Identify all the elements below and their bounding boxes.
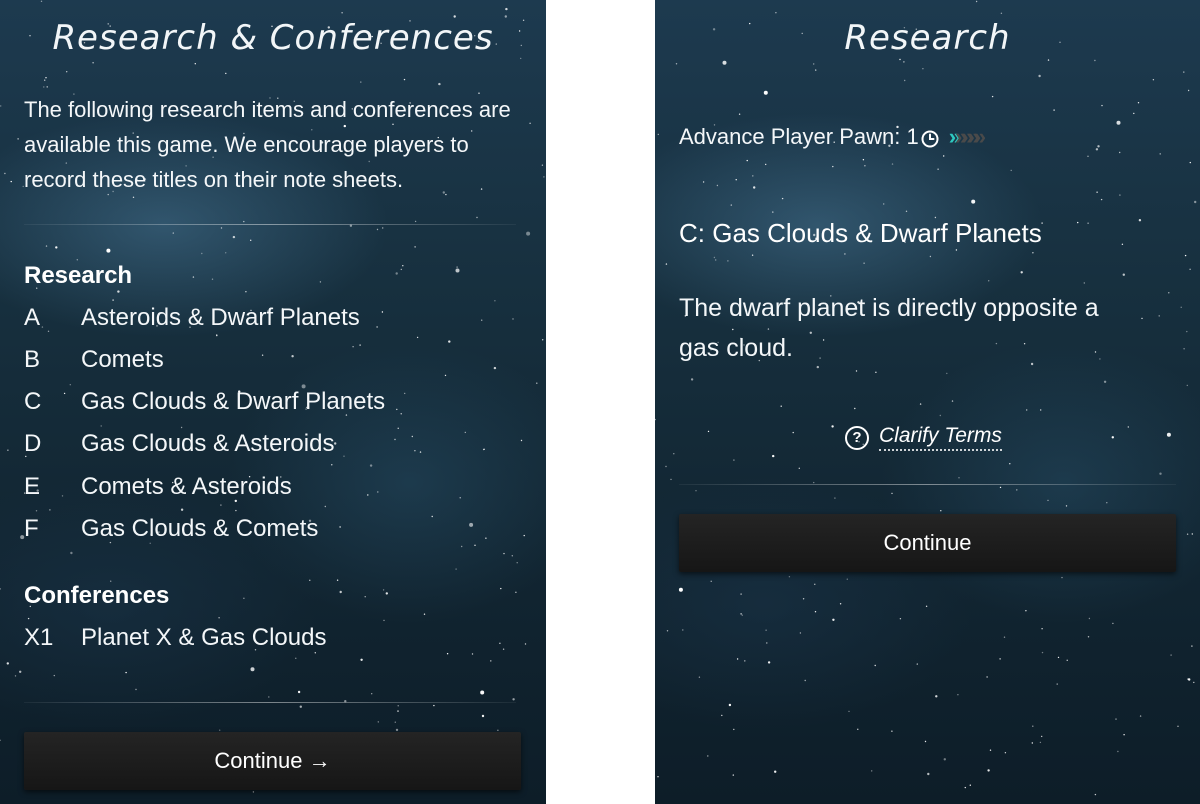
page-title: Research xyxy=(844,18,1011,58)
clarify-terms-link[interactable]: ? Clarify Terms xyxy=(845,424,1002,451)
divider xyxy=(24,224,516,225)
research-code: C xyxy=(24,388,42,415)
progress-chevron: » xyxy=(973,124,987,149)
research-label: Asteroids & Dwarf Planets xyxy=(81,304,360,331)
research-conferences-screen: Research & Conferences The following res… xyxy=(0,0,546,804)
continue-button[interactable]: Continue → xyxy=(24,732,521,790)
continue-button[interactable]: Continue xyxy=(679,514,1176,572)
intro-text: The following research items and confere… xyxy=(24,97,511,192)
conference-label: Planet X & Gas Clouds xyxy=(81,624,327,651)
page-title: Research & Conferences xyxy=(52,18,494,58)
progress-chevrons: »»»»» xyxy=(949,124,987,150)
research-item-d: D Gas Clouds & Asteroids xyxy=(24,430,334,458)
research-label: Gas Clouds & Asteroids xyxy=(81,430,335,457)
research-item-c: C Gas Clouds & Dwarf Planets xyxy=(24,388,385,416)
clock-icon xyxy=(921,128,939,148)
conference-item-x1: X1 Planet X & Gas Clouds xyxy=(24,624,326,652)
research-item-title: C: Gas Clouds & Dwarf Planets xyxy=(679,218,1042,248)
research-label: Gas Clouds & Dwarf Planets xyxy=(81,388,386,415)
research-code: F xyxy=(24,515,39,542)
research-label: Gas Clouds & Comets xyxy=(81,515,319,542)
research-label: Comets xyxy=(81,346,164,373)
research-item-description: The dwarf planet is directly opposite a … xyxy=(679,294,1099,362)
conferences-heading: Conferences xyxy=(24,582,170,609)
question-circle-icon: ? xyxy=(845,425,869,450)
research-item-e: E Comets & Asteroids xyxy=(24,473,292,501)
conference-code: X1 xyxy=(24,624,54,651)
research-code: A xyxy=(24,304,41,331)
advance-player-pawn: Advance Player Pawn: 1 »»»»» xyxy=(679,124,987,150)
research-item-a: A Asteroids & Dwarf Planets xyxy=(24,304,360,332)
research-label: Comets & Asteroids xyxy=(81,473,292,500)
research-code: B xyxy=(24,346,41,373)
research-heading: Research xyxy=(24,262,133,289)
research-item-f: F Gas Clouds & Comets xyxy=(24,515,318,543)
research-detail-screen: Research Advance Player Pawn: 1 »»»»» C:… xyxy=(655,0,1200,804)
divider xyxy=(24,702,516,703)
research-code: E xyxy=(24,473,41,500)
research-code: D xyxy=(24,430,42,457)
clarify-terms-label: Clarify Terms xyxy=(879,424,1002,451)
divider xyxy=(679,484,1176,485)
advance-label: Advance Player Pawn: 1 xyxy=(679,124,919,149)
research-item-b: B Comets xyxy=(24,346,164,374)
starfield-background xyxy=(655,0,1197,796)
